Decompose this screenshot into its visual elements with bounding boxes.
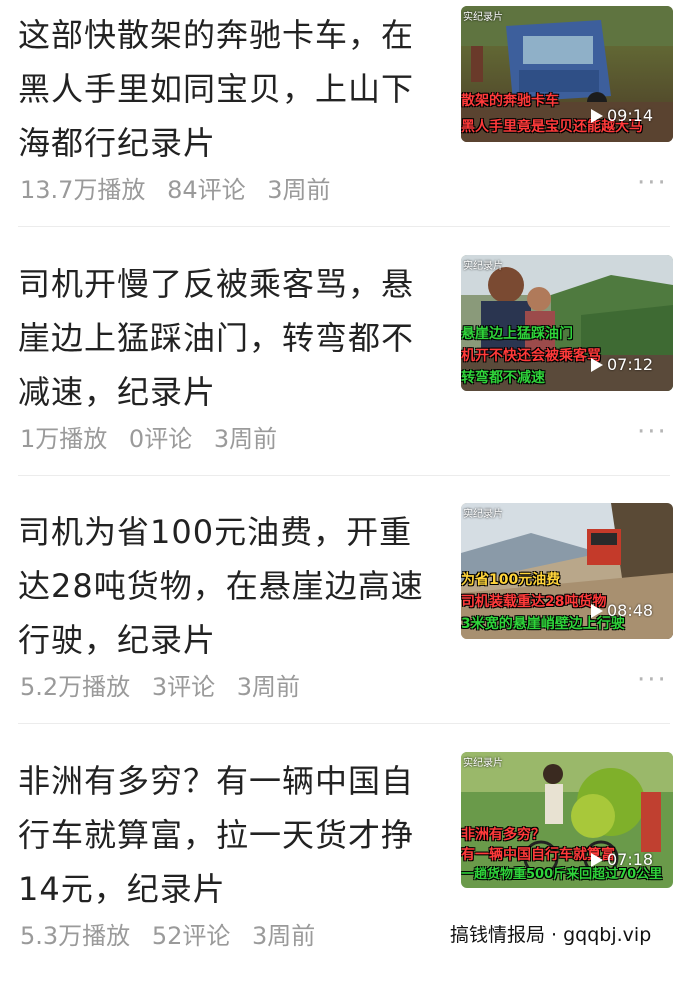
divider bbox=[18, 475, 670, 476]
video-duration: 09:14 bbox=[585, 104, 661, 128]
publish-time: 3周前 bbox=[267, 176, 331, 204]
view-count: 5.3万播放 bbox=[20, 922, 131, 950]
watermark: 搞钱情报局 · gqqbj.vip bbox=[446, 920, 656, 947]
thumbnail-tag: 实纪录片 bbox=[463, 12, 503, 23]
video-title[interactable]: 这部快散架的奔驰卡车，在黑人手里如同宝贝，上山下海都行纪录片 bbox=[18, 8, 433, 170]
video-meta: 1万播放 0评论 3周前 bbox=[20, 419, 291, 454]
feed-item[interactable]: 司机开慢了反被乘客骂，悬崖边上猛踩油门，转弯都不减速，纪录片 实纪录片 悬崖边上… bbox=[0, 249, 688, 497]
thumbnail-caption: 为省100元油费 bbox=[461, 572, 561, 588]
video-title[interactable]: 非洲有多穷？有一辆中国自行车就算富，拉一天货才挣14元，纪录片 bbox=[18, 754, 433, 916]
publish-time: 3周前 bbox=[236, 673, 301, 701]
thumbnail-caption: 非洲有多穷？ bbox=[461, 827, 545, 843]
more-icon[interactable]: ··· bbox=[637, 667, 668, 693]
play-icon bbox=[591, 853, 603, 867]
comment-count: 0评论 bbox=[128, 425, 193, 453]
more-icon[interactable]: ··· bbox=[637, 170, 668, 196]
play-icon bbox=[591, 109, 603, 123]
play-icon bbox=[591, 358, 603, 372]
video-thumbnail[interactable]: 实纪录片 非洲有多穷？ 有一辆中国自行车就算富 一趟货物重500斤来回超过70公… bbox=[461, 752, 673, 888]
feed-item[interactable]: 非洲有多穷？有一辆中国自行车就算富，拉一天货才挣14元，纪录片 实纪录片 非洲有… bbox=[0, 746, 688, 994]
comment-count: 52评论 bbox=[151, 922, 231, 950]
duration-text: 09:14 bbox=[607, 106, 654, 125]
thumbnail-caption: 悬崖边上猛踩油门 bbox=[461, 326, 573, 342]
thumbnail-tag: 实纪录片 bbox=[463, 509, 503, 520]
view-count: 13.7万播放 bbox=[20, 176, 146, 204]
divider bbox=[18, 226, 670, 227]
duration-text: 08:48 bbox=[607, 601, 654, 620]
video-duration: 08:48 bbox=[585, 599, 661, 623]
view-count: 1万播放 bbox=[20, 425, 108, 453]
video-title[interactable]: 司机开慢了反被乘客骂，悬崖边上猛踩油门，转弯都不减速，纪录片 bbox=[18, 257, 433, 419]
video-meta: 13.7万播放 84评论 3周前 bbox=[20, 170, 345, 205]
play-icon bbox=[591, 604, 603, 618]
duration-text: 07:18 bbox=[607, 850, 654, 869]
video-title[interactable]: 司机为省100元油费，开重达28吨货物，在悬崖边高速行驶，纪录片 bbox=[18, 505, 433, 667]
thumbnail-tag: 实纪录片 bbox=[463, 758, 503, 769]
feed-item[interactable]: 这部快散架的奔驰卡车，在黑人手里如同宝贝，上山下海都行纪录片 实纪录片 散架的奔… bbox=[0, 0, 688, 248]
video-meta: 5.2万播放 3评论 3周前 bbox=[20, 667, 314, 702]
more-icon[interactable]: ··· bbox=[637, 419, 668, 445]
comment-count: 3评论 bbox=[151, 673, 216, 701]
video-thumbnail[interactable]: 实纪录片 为省100元油费 司机装载重达28吨货物 3米宽的悬崖峭壁边上行驶 0… bbox=[461, 503, 673, 639]
video-duration: 07:12 bbox=[585, 353, 661, 377]
video-thumbnail[interactable]: 实纪录片 悬崖边上猛踩油门 机开不快还会被乘客骂 转弯都不减速 07:12 bbox=[461, 255, 673, 391]
video-duration: 07:18 bbox=[585, 848, 661, 872]
video-thumbnail[interactable]: 实纪录片 散架的奔驰卡车 黑人手里竟是宝贝还能越大马 09:14 bbox=[461, 6, 673, 142]
duration-text: 07:12 bbox=[607, 355, 654, 374]
video-meta: 5.3万播放 52评论 3周前 bbox=[20, 916, 329, 951]
divider bbox=[18, 723, 670, 724]
comment-count: 84评论 bbox=[167, 176, 246, 204]
publish-time: 3周前 bbox=[252, 922, 316, 950]
thumbnail-tag: 实纪录片 bbox=[463, 261, 503, 272]
view-count: 5.2万播放 bbox=[20, 673, 131, 701]
publish-time: 3周前 bbox=[213, 425, 278, 453]
feed-item[interactable]: 司机为省100元油费，开重达28吨货物，在悬崖边高速行驶，纪录片 实纪录片 为省… bbox=[0, 497, 688, 745]
